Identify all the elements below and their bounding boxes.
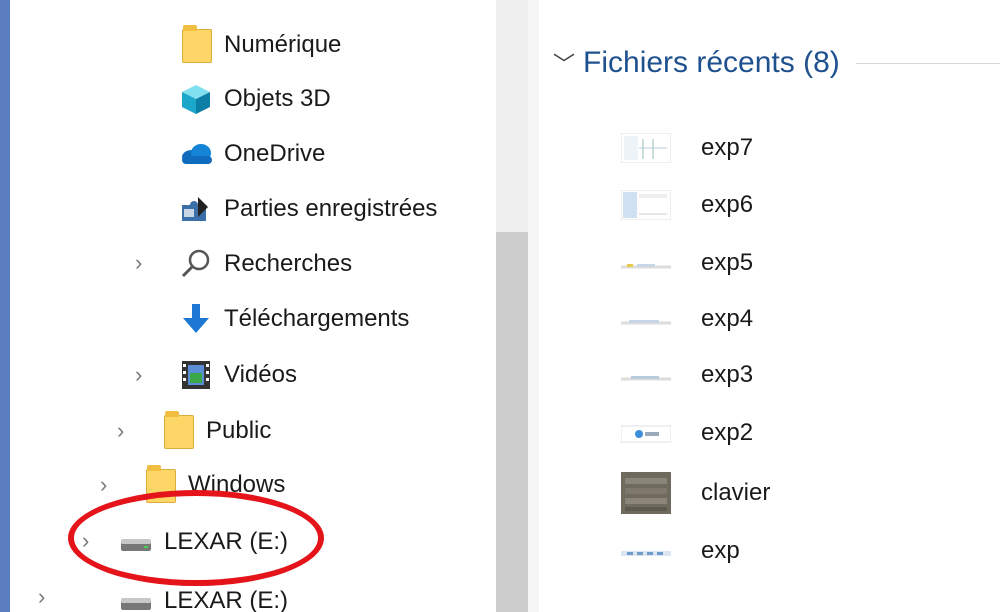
content-pane: ﹀ Fichiers récents (8) exp7 exp6 exp5 ex… bbox=[539, 0, 1000, 612]
list-item[interactable]: exp6 bbox=[620, 180, 754, 230]
file-name: exp3 bbox=[701, 361, 754, 388]
nav-item-recherches[interactable]: Recherches bbox=[178, 239, 352, 289]
video-icon bbox=[178, 357, 214, 393]
nav-item-label: Numérique bbox=[224, 31, 342, 58]
nav-item-parties-enregistrees[interactable]: Parties enregistrées bbox=[178, 184, 437, 234]
file-thumbnail-icon bbox=[621, 472, 671, 514]
nav-item-numerique[interactable]: Numérique bbox=[178, 20, 341, 70]
list-item[interactable]: exp3 bbox=[621, 350, 753, 400]
nav-item-label: Téléchargements bbox=[224, 305, 410, 332]
list-item[interactable]: clavier bbox=[621, 468, 770, 518]
nav-item-label: Parties enregistrées bbox=[224, 195, 438, 222]
file-name: exp6 bbox=[701, 191, 754, 218]
recent-files-header[interactable]: ﹀ Fichiers récents (8) bbox=[553, 46, 1000, 80]
cube-3d-icon bbox=[178, 81, 214, 117]
file-thumbnail-icon bbox=[621, 304, 671, 334]
nav-item-videos[interactable]: Vidéos bbox=[178, 350, 297, 400]
section-divider bbox=[855, 62, 1000, 64]
nav-item-telechargements[interactable]: Téléchargements bbox=[178, 294, 409, 344]
expand-chevron-icon[interactable]: › bbox=[100, 472, 107, 498]
nav-item-label: Vidéos bbox=[224, 361, 297, 388]
nav-item-onedrive[interactable]: OneDrive bbox=[178, 129, 325, 179]
puzzle-icon bbox=[178, 191, 214, 227]
file-thumbnail-icon bbox=[621, 248, 671, 278]
scrollbar-thumb[interactable] bbox=[496, 232, 528, 612]
file-thumbnail-icon bbox=[621, 360, 671, 390]
file-thumbnail-icon bbox=[620, 132, 672, 164]
file-thumbnail-icon bbox=[621, 536, 671, 566]
section-title: Fichiers récents (8) bbox=[583, 46, 840, 79]
collapse-chevron-icon[interactable]: ﹀ bbox=[553, 47, 575, 79]
nav-item-label: Objets 3D bbox=[224, 85, 331, 112]
expand-chevron-icon[interactable]: › bbox=[117, 418, 124, 444]
cloud-icon bbox=[178, 136, 214, 172]
drive-icon bbox=[118, 583, 154, 612]
nav-item-label: OneDrive bbox=[224, 140, 326, 167]
file-name: exp7 bbox=[701, 134, 754, 161]
file-name: exp4 bbox=[701, 305, 754, 332]
nav-item-label: Public bbox=[206, 417, 272, 444]
download-arrow-icon bbox=[178, 301, 214, 337]
folder-icon bbox=[160, 411, 196, 449]
list-item[interactable]: exp4 bbox=[621, 294, 753, 344]
file-name: exp5 bbox=[701, 249, 754, 276]
expand-chevron-icon[interactable]: › bbox=[135, 250, 142, 276]
nav-item-label: Recherches bbox=[224, 250, 353, 277]
list-item[interactable]: exp2 bbox=[620, 408, 754, 458]
file-name: clavier bbox=[701, 479, 771, 506]
file-name: exp2 bbox=[701, 419, 754, 446]
expand-chevron-icon[interactable]: › bbox=[38, 584, 45, 610]
folder-icon bbox=[178, 25, 214, 63]
expand-chevron-icon[interactable]: › bbox=[135, 362, 142, 388]
list-item[interactable]: exp bbox=[621, 526, 740, 576]
nav-item-objets-3d[interactable]: Objets 3D bbox=[178, 74, 331, 124]
list-item[interactable]: exp5 bbox=[621, 238, 753, 288]
list-item[interactable]: exp7 bbox=[620, 123, 754, 173]
pane-divider[interactable] bbox=[528, 0, 539, 612]
window-edge bbox=[0, 0, 10, 612]
file-name: exp bbox=[701, 537, 740, 564]
nav-item-public[interactable]: Public bbox=[160, 406, 271, 456]
search-icon bbox=[178, 246, 214, 282]
file-thumbnail-icon bbox=[620, 418, 672, 448]
red-annotation-circle bbox=[68, 490, 324, 586]
file-thumbnail-icon bbox=[620, 189, 672, 221]
nav-item-label: LEXAR (E:) bbox=[164, 587, 289, 612]
